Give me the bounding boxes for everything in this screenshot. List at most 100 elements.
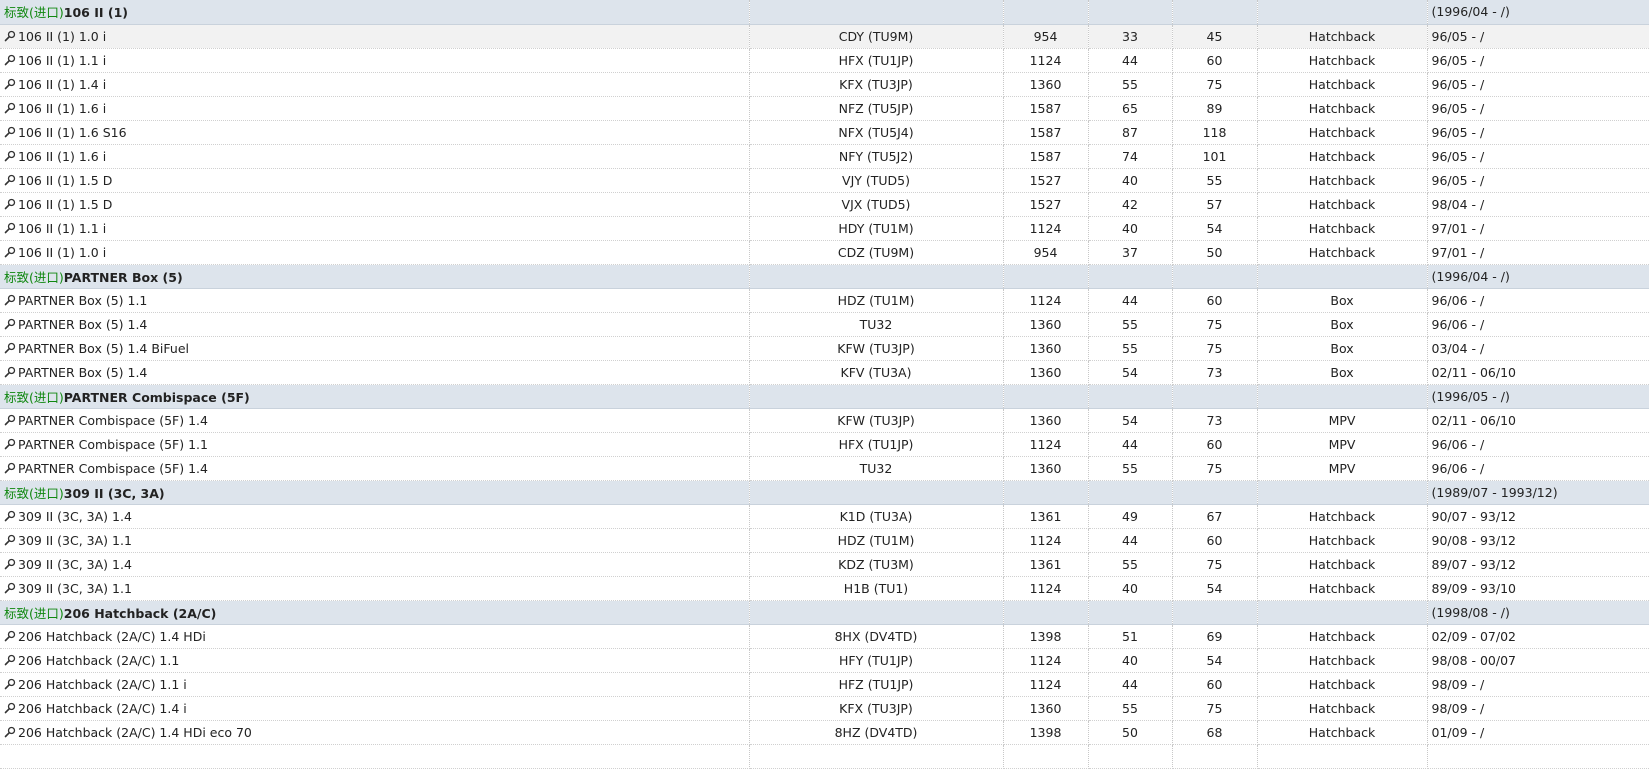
vehicle-row[interactable]: 106 II (1) 1.0 i CDZ (TU9M) 954 37 50 Hatchba… [0, 240, 1649, 265]
vehicle-row[interactable]: PARTNER Combispace (5F) 1.4 TU32 1360 55 75 M… [0, 456, 1649, 481]
vehicle-row[interactable]: 106 II (1) 1.1 i HDY (TU1M) 1124 40 54 Hatchb… [0, 216, 1649, 241]
vehicle-row[interactable]: 206 Hatchback (2A/C) 1.4 HDi eco 70 8HZ (… [0, 720, 1649, 745]
vehicle-row[interactable]: 309 II (3C, 3A) 1.4 K1D (TU3A) 1361 49 67 Hat… [0, 504, 1649, 529]
vehicle-row[interactable]: 106 II (1) 1.5 D VJY (TUD5) 1527 40 55 Hatchb… [0, 168, 1649, 193]
vehicle-row[interactable]: 106 II (1) 1.1 i HFX (TU1JP) 1124 44 60 Hatch… [0, 48, 1649, 73]
magnifier-icon[interactable] [4, 102, 18, 114]
model-cell[interactable] [0, 744, 750, 769]
vehicle-row[interactable]: 106 II (1) 1.4 i KFX (TU3JP) 1360 55 75 Hatch… [0, 72, 1649, 97]
magnifier-icon[interactable] [4, 414, 18, 426]
model-name[interactable]: 206 Hatchback (2A/C) 1.1 i [18, 677, 187, 692]
model-cell[interactable]: PARTNER Combispace (5F) 1.1 [0, 432, 750, 457]
model-name[interactable]: PARTNER Box (5) 1.4 [18, 317, 147, 332]
magnifier-icon[interactable] [4, 438, 18, 450]
vehicle-row[interactable]: 206 Hatchback (2A/C) 1.1 i HFZ (TU1JP) 112… [0, 672, 1649, 697]
magnifier-icon[interactable] [4, 318, 18, 330]
magnifier-icon[interactable] [4, 462, 18, 474]
model-cell[interactable]: PARTNER Box (5) 1.4 [0, 312, 750, 337]
model-cell[interactable]: 106 II (1) 1.6 S16 [0, 120, 750, 145]
magnifier-icon[interactable] [4, 534, 18, 546]
model-cell[interactable]: PARTNER Combispace (5F) 1.4 [0, 408, 750, 433]
model-cell[interactable]: PARTNER Box (5) 1.1 [0, 288, 750, 313]
vehicle-row[interactable]: 106 II (1) 1.6 i NFZ (TU5JP) 1587 65 89 Hatch… [0, 96, 1649, 121]
model-cell[interactable]: 206 Hatchback (2A/C) 1.4 HDi [0, 624, 750, 649]
model-cell[interactable]: 106 II (1) 1.0 i [0, 240, 750, 265]
model-cell[interactable]: 106 II (1) 1.0 i [0, 24, 750, 49]
vehicle-row[interactable]: 106 II (1) 1.6 i NFY (TU5J2) 1587 74 101 Hatc… [0, 144, 1649, 169]
magnifier-icon[interactable] [4, 342, 18, 354]
model-name[interactable]: 106 II (1) 1.1 i [18, 221, 106, 236]
model-name[interactable]: 309 II (3C, 3A) 1.1 [18, 581, 132, 596]
magnifier-icon[interactable] [4, 126, 18, 138]
magnifier-icon[interactable] [4, 78, 18, 90]
model-cell[interactable]: 309 II (3C, 3A) 1.4 [0, 552, 750, 577]
magnifier-icon[interactable] [4, 630, 18, 642]
model-name[interactable]: 309 II (3C, 3A) 1.1 [18, 533, 132, 548]
vehicle-row[interactable]: PARTNER Combispace (5F) 1.1 HFX (TU1JP) 11… [0, 432, 1649, 457]
vehicle-row[interactable]: 106 II (1) 1.6 S16 NFX (TU5J4) 1587 87 118 Ha… [0, 120, 1649, 145]
magnifier-icon[interactable] [4, 654, 18, 666]
vehicle-row[interactable]: 206 Hatchback (2A/C) 1.4 i KFX (TU3JP) 136… [0, 696, 1649, 721]
model-name[interactable]: 106 II (1) 1.0 i [18, 245, 106, 260]
model-name[interactable]: 206 Hatchback (2A/C) 1.4 i [18, 701, 187, 716]
model-name[interactable]: PARTNER Box (5) 1.1 [18, 293, 147, 308]
vehicle-row[interactable]: PARTNER Box (5) 1.4 KFV (TU3A) 1360 54 73 Box… [0, 360, 1649, 385]
model-cell[interactable]: PARTNER Box (5) 1.4 [0, 360, 750, 385]
vehicle-row[interactable]: 206 Hatchback (2A/C) 1.4 HDi 8HX (DV4TD) 1… [0, 624, 1649, 649]
model-name[interactable]: PARTNER Box (5) 1.4 [18, 365, 147, 380]
magnifier-icon[interactable] [4, 510, 18, 522]
vehicle-row[interactable]: PARTNER Box (5) 1.1 HDZ (TU1M) 1124 44 60 Box… [0, 288, 1649, 313]
vehicle-row[interactable]: PARTNER Combispace (5F) 1.4 KFW (TU3JP) 13… [0, 408, 1649, 433]
model-cell[interactable]: PARTNER Combispace (5F) 1.4 [0, 456, 750, 481]
model-cell[interactable]: 106 II (1) 1.5 D [0, 168, 750, 193]
model-cell[interactable]: 309 II (3C, 3A) 1.1 [0, 528, 750, 553]
model-name[interactable]: 106 II (1) 1.4 i [18, 77, 106, 92]
model-name[interactable]: 206 Hatchback (2A/C) 1.4 HDi eco 70 [18, 725, 252, 740]
model-cell[interactable]: 206 Hatchback (2A/C) 1.1 i [0, 672, 750, 697]
model-name[interactable]: PARTNER Combispace (5F) 1.1 [18, 437, 208, 452]
magnifier-icon[interactable] [4, 54, 18, 66]
magnifier-icon[interactable] [4, 198, 18, 210]
vehicle-row[interactable]: 106 II (1) 1.0 i CDY (TU9M) 954 33 45 Hatchba… [0, 24, 1649, 49]
model-cell[interactable]: 106 II (1) 1.6 i [0, 96, 750, 121]
vehicle-row[interactable]: 106 II (1) 1.5 D VJX (TUD5) 1527 42 57 Hatchb… [0, 192, 1649, 217]
magnifier-icon[interactable] [4, 246, 18, 258]
model-name[interactable]: 106 II (1) 1.6 i [18, 149, 106, 164]
magnifier-icon[interactable] [4, 726, 18, 738]
model-cell[interactable]: 206 Hatchback (2A/C) 1.4 i [0, 696, 750, 721]
vehicle-row[interactable]: 309 II (3C, 3A) 1.1 HDZ (TU1M) 1124 44 60 Hat… [0, 528, 1649, 553]
model-cell[interactable]: 106 II (1) 1.5 D [0, 192, 750, 217]
model-name[interactable]: 309 II (3C, 3A) 1.4 [18, 509, 132, 524]
vehicle-row[interactable]: 206 Hatchback (2A/C) 1.1 HFY (TU1JP) 1124 4… [0, 648, 1649, 673]
model-name[interactable]: 106 II (1) 1.6 S16 [18, 125, 127, 140]
model-cell[interactable]: 106 II (1) 1.4 i [0, 72, 750, 97]
model-name[interactable]: 106 II (1) 1.1 i [18, 53, 106, 68]
vehicle-row[interactable]: 309 II (3C, 3A) 1.4 KDZ (TU3M) 1361 55 75 Hat… [0, 552, 1649, 577]
magnifier-icon[interactable] [4, 678, 18, 690]
model-name[interactable]: 106 II (1) 1.5 D [18, 173, 112, 188]
magnifier-icon[interactable] [4, 174, 18, 186]
model-name[interactable]: 106 II (1) 1.5 D [18, 197, 112, 212]
magnifier-icon[interactable] [4, 558, 18, 570]
model-cell[interactable]: 106 II (1) 1.1 i [0, 48, 750, 73]
magnifier-icon[interactable] [4, 150, 18, 162]
model-name[interactable]: 309 II (3C, 3A) 1.4 [18, 557, 132, 572]
model-cell[interactable]: 206 Hatchback (2A/C) 1.4 HDi eco 70 [0, 720, 750, 745]
magnifier-icon[interactable] [4, 702, 18, 714]
model-name[interactable]: 106 II (1) 1.6 i [18, 101, 106, 116]
model-name[interactable]: PARTNER Combispace (5F) 1.4 [18, 461, 208, 476]
model-name[interactable]: 206 Hatchback (2A/C) 1.4 HDi [18, 629, 206, 644]
model-cell[interactable]: 206 Hatchback (2A/C) 1.1 [0, 648, 750, 673]
model-name[interactable]: PARTNER Combispace (5F) 1.4 [18, 413, 208, 428]
vehicle-row[interactable]: PARTNER Box (5) 1.4 BiFuel KFW (TU3JP) 136… [0, 336, 1649, 361]
vehicle-row[interactable]: PARTNER Box (5) 1.4 TU32 1360 55 75 Box 96/06 … [0, 312, 1649, 337]
model-cell[interactable]: 106 II (1) 1.6 i [0, 144, 750, 169]
model-cell[interactable]: PARTNER Box (5) 1.4 BiFuel [0, 336, 750, 361]
vehicle-row[interactable] [0, 744, 1649, 769]
magnifier-icon[interactable] [4, 222, 18, 234]
model-cell[interactable]: 309 II (3C, 3A) 1.1 [0, 576, 750, 601]
model-cell[interactable]: 106 II (1) 1.1 i [0, 216, 750, 241]
magnifier-icon[interactable] [4, 30, 18, 42]
magnifier-icon[interactable] [4, 366, 18, 378]
model-name[interactable]: 106 II (1) 1.0 i [18, 29, 106, 44]
